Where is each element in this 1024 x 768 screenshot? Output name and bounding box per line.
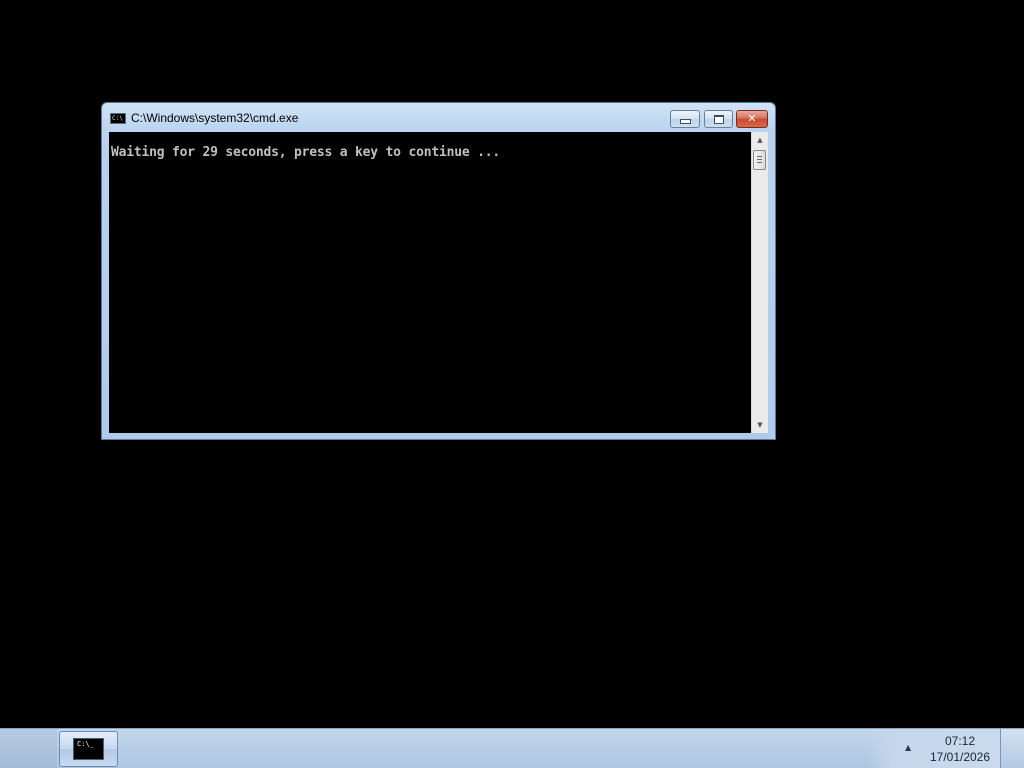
maximize-icon <box>713 115 724 124</box>
window-title: C:\Windows\system32\cmd.exe <box>131 111 299 125</box>
grip-line <box>757 156 762 157</box>
clock-time[interactable]: 07:12 <box>926 734 994 748</box>
console-icon[interactable]: C:\ <box>110 113 126 124</box>
taskbar: C:\_ ▲ 07:12 17/01/2026 <box>0 728 1024 768</box>
clock-date[interactable]: 17/01/2026 <box>926 750 994 764</box>
console-output-area[interactable]: Waiting for 29 seconds, press a key to c… <box>109 132 751 433</box>
system-tray: ▲ 07:12 17/01/2026 <box>866 729 1000 768</box>
vertical-scrollbar[interactable]: ▲ ▼ <box>751 132 768 433</box>
scroll-up-arrow-icon[interactable]: ▲ <box>752 132 768 148</box>
grip-line <box>757 162 762 163</box>
cmd-window[interactable]: C:\ C:\Windows\system32\cmd.exe ✕ Waitin… <box>101 102 776 440</box>
maximize-button[interactable] <box>704 110 733 128</box>
taskbar-item-cmd[interactable]: C:\_ <box>59 731 118 767</box>
show-hidden-icons-icon[interactable]: ▲ <box>905 743 911 752</box>
close-icon: ✕ <box>747 112 757 125</box>
scroll-down-arrow-icon[interactable]: ▼ <box>752 417 768 433</box>
show-desktop-button[interactable] <box>1000 729 1024 768</box>
console-line: Waiting for 29 seconds, press a key to c… <box>111 145 500 160</box>
title-bar[interactable]: C:\ C:\Windows\system32\cmd.exe ✕ <box>102 103 775 133</box>
console-icon: C:\_ <box>73 738 104 760</box>
minimize-icon <box>679 119 691 124</box>
scroll-thumb[interactable] <box>753 150 766 170</box>
start-button[interactable] <box>0 729 57 768</box>
grip-line <box>757 159 762 160</box>
minimize-button[interactable] <box>670 110 700 128</box>
close-button[interactable]: ✕ <box>736 110 768 128</box>
